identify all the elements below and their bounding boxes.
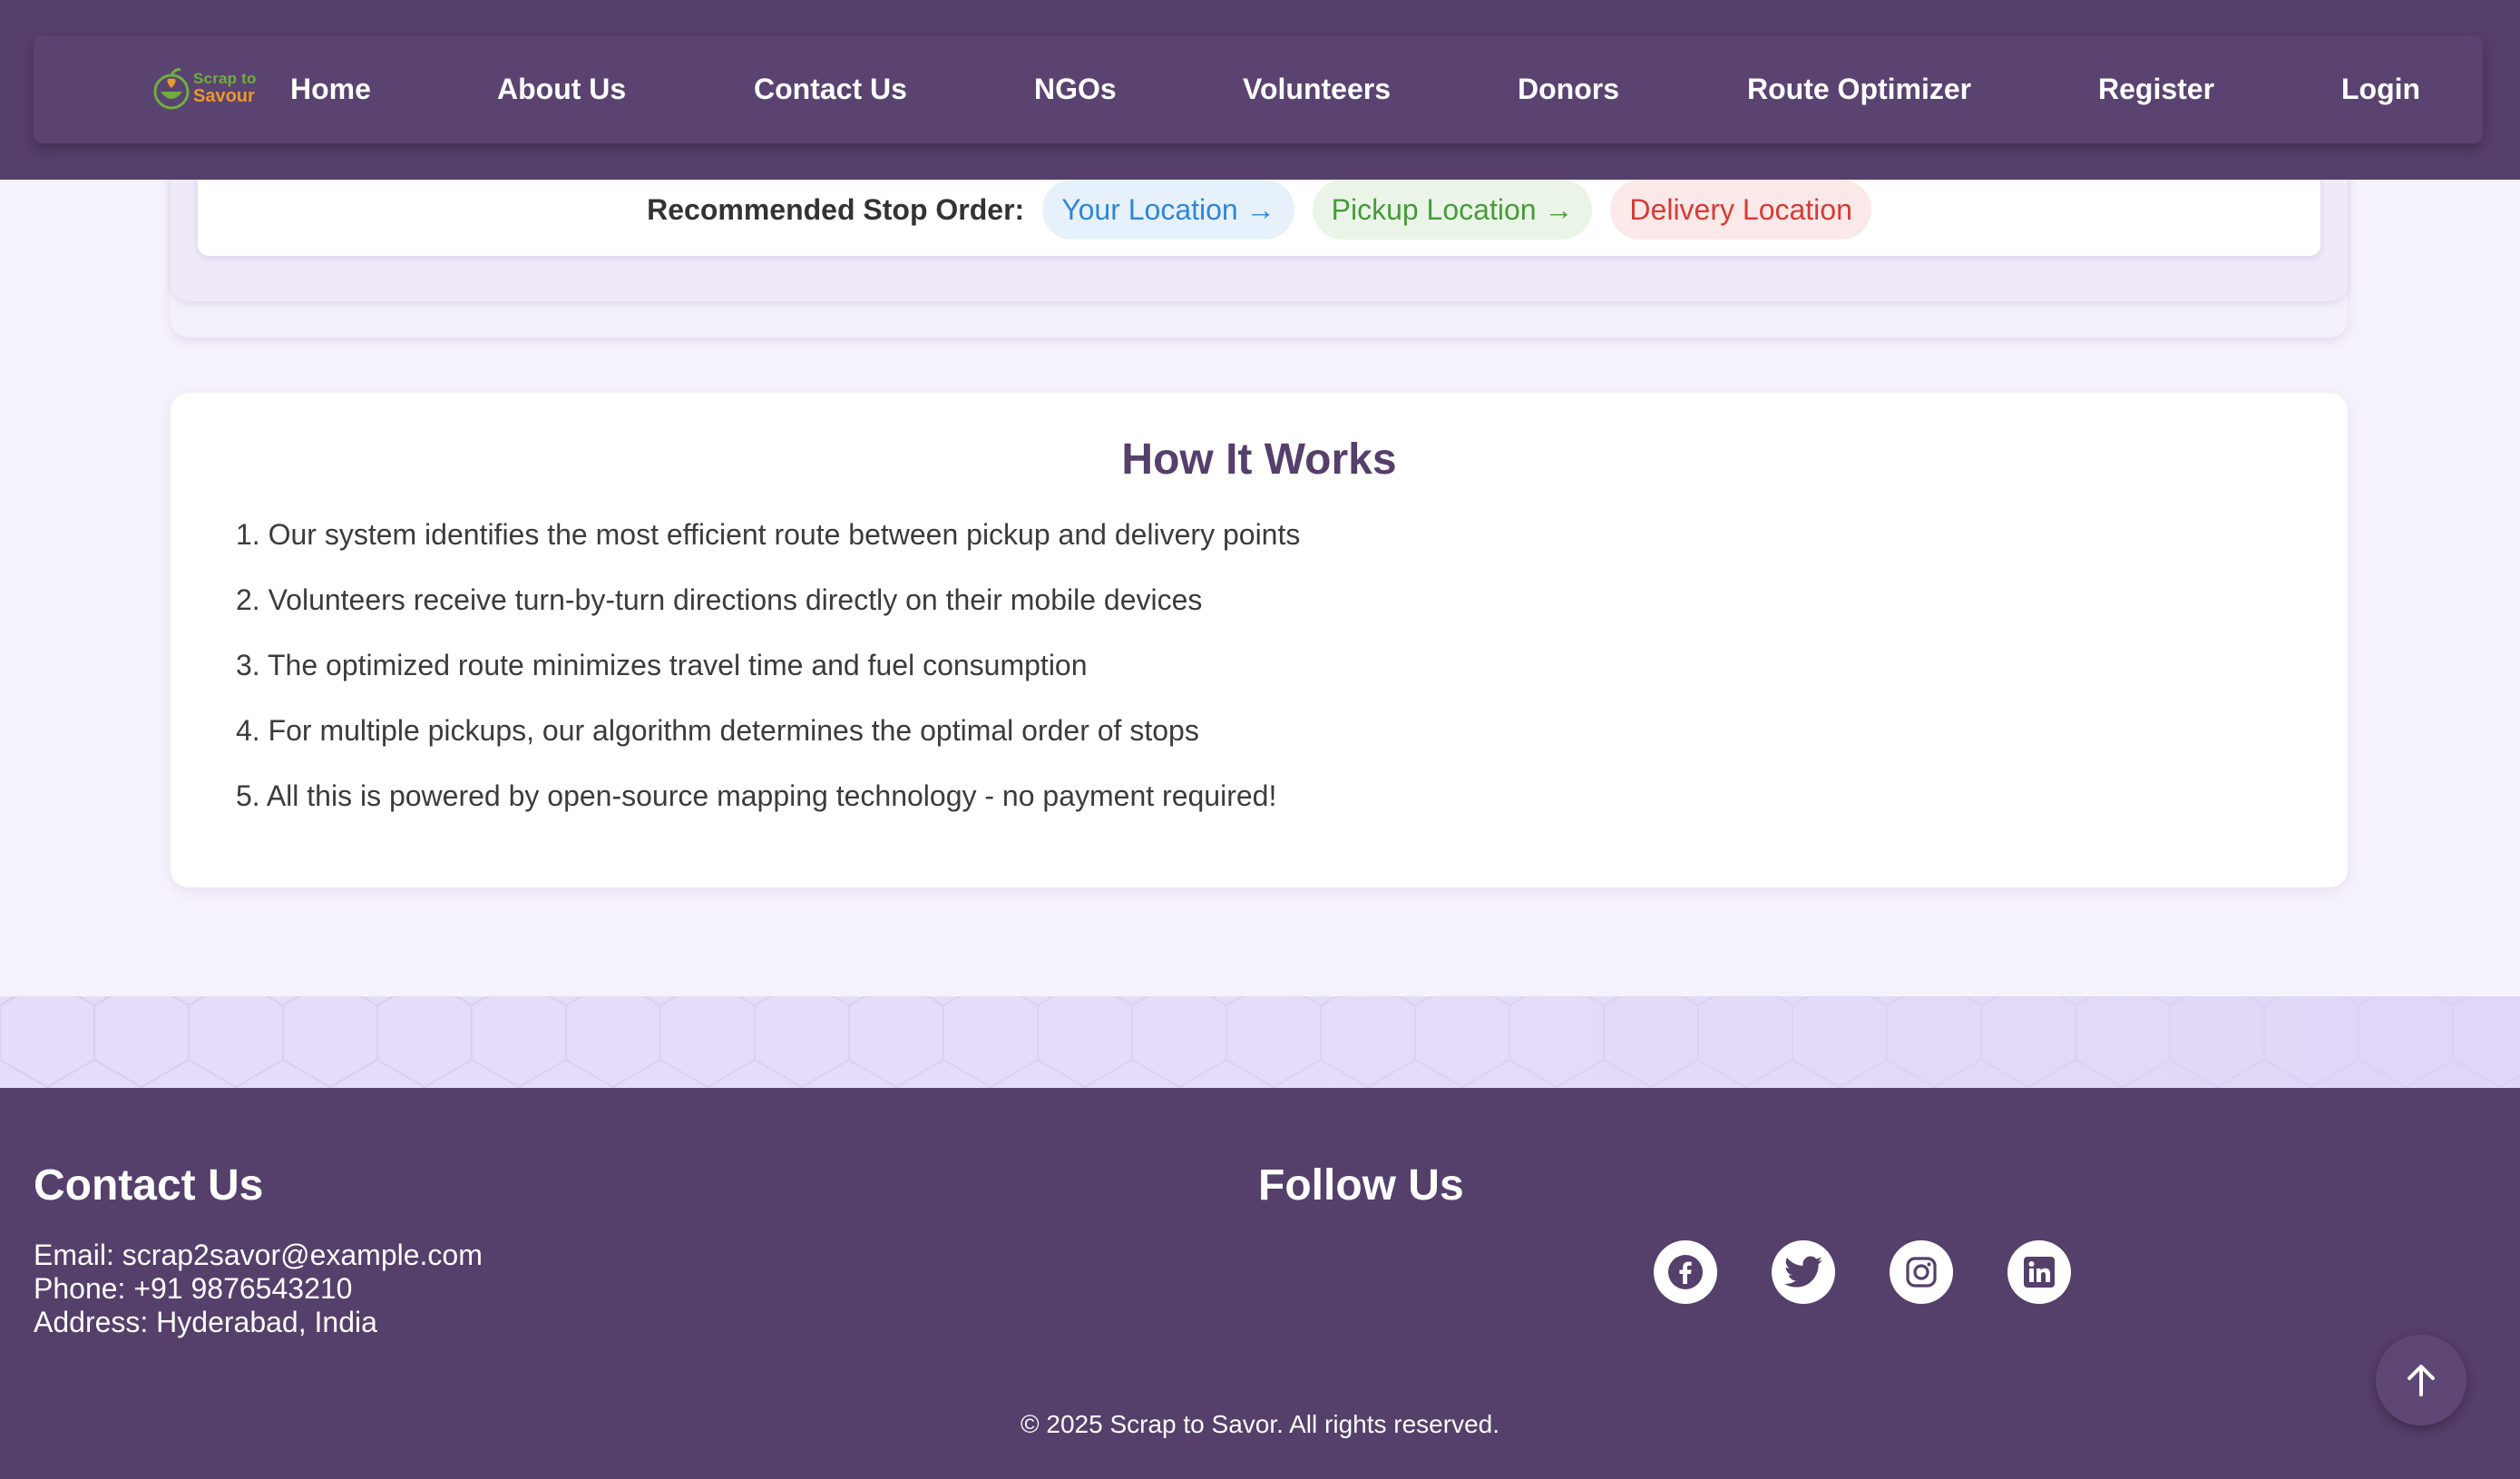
how-step-2: 2. Volunteers receive turn-by-turn direc… xyxy=(236,583,1203,616)
facebook-icon[interactable] xyxy=(1654,1240,1717,1304)
footer-contact-heading: Contact Us xyxy=(34,1161,264,1210)
footer-pattern-band xyxy=(0,996,2520,1088)
nav-contact-us[interactable]: Contact Us xyxy=(754,35,907,143)
linkedin-glyph xyxy=(2024,1257,2055,1288)
nav-login[interactable]: Login xyxy=(2341,35,2420,143)
footer-address: Address: Hyderabad, India xyxy=(34,1306,377,1338)
nav-donors[interactable]: Donors xyxy=(1518,35,1619,143)
nav-about-us[interactable]: About Us xyxy=(497,35,626,143)
site-footer: Contact Us Email: scrap2savor@example.co… xyxy=(0,1088,2520,1479)
nav-register[interactable]: Register xyxy=(2098,35,2214,143)
footer-follow-heading: Follow Us xyxy=(1258,1161,1464,1210)
footer-email: Email: scrap2savor@example.com xyxy=(34,1239,483,1271)
hexagon-pattern xyxy=(0,996,2520,1088)
top-header: Scrap to Savour Home About Us Contact Us… xyxy=(0,0,2520,180)
footer-copyright: © 2025 Scrap to Savor. All rights reserv… xyxy=(1020,1410,1499,1438)
logo-text-bottom: Savour xyxy=(193,86,255,106)
how-step-3: 3. The optimized route minimizes travel … xyxy=(236,649,1088,681)
how-it-works-title: How It Works xyxy=(1121,436,1397,484)
facebook-glyph xyxy=(1668,1255,1703,1289)
how-step-5: 5. All this is powered by open-source ma… xyxy=(236,779,1277,812)
site-logo[interactable]: Scrap to Savour xyxy=(153,63,262,117)
stop-pickup-location: Pickup Location → xyxy=(1312,180,1593,240)
how-it-works-card: How It Works 1. Our system identifies th… xyxy=(171,393,2348,887)
arrow-up-icon xyxy=(2408,1365,2435,1396)
how-step-4: 4. For multiple pickups, our algorithm d… xyxy=(236,714,1199,747)
linkedin-icon[interactable] xyxy=(2007,1240,2071,1304)
twitter-glyph xyxy=(1784,1256,1822,1288)
main-navbar: Scrap to Savour Home About Us Contact Us… xyxy=(34,35,2483,143)
nav-home[interactable]: Home xyxy=(290,35,371,143)
stop-order-label: Recommended Stop Order: xyxy=(647,192,1025,226)
nav-ngos[interactable]: NGOs xyxy=(1034,35,1117,143)
scroll-to-top-button[interactable] xyxy=(2376,1335,2466,1425)
nav-route-optimizer[interactable]: Route Optimizer xyxy=(1747,35,1971,143)
instagram-glyph xyxy=(1906,1257,1937,1288)
instagram-icon[interactable] xyxy=(1890,1240,1953,1304)
stop-order-row: Recommended Stop Order: Your Location → … xyxy=(198,180,2320,240)
stop-your-location: Your Location → xyxy=(1042,180,1294,240)
stop-delivery-location: Delivery Location xyxy=(1610,180,1871,240)
leaf-bowl-icon xyxy=(153,68,190,110)
how-step-1: 1. Our system identifies the most effici… xyxy=(236,518,1301,551)
nav-volunteers[interactable]: Volunteers xyxy=(1243,35,1391,143)
logo-text-top: Scrap to xyxy=(193,70,257,87)
twitter-icon[interactable] xyxy=(1772,1240,1835,1304)
footer-phone: Phone: +91 9876543210 xyxy=(34,1272,353,1305)
